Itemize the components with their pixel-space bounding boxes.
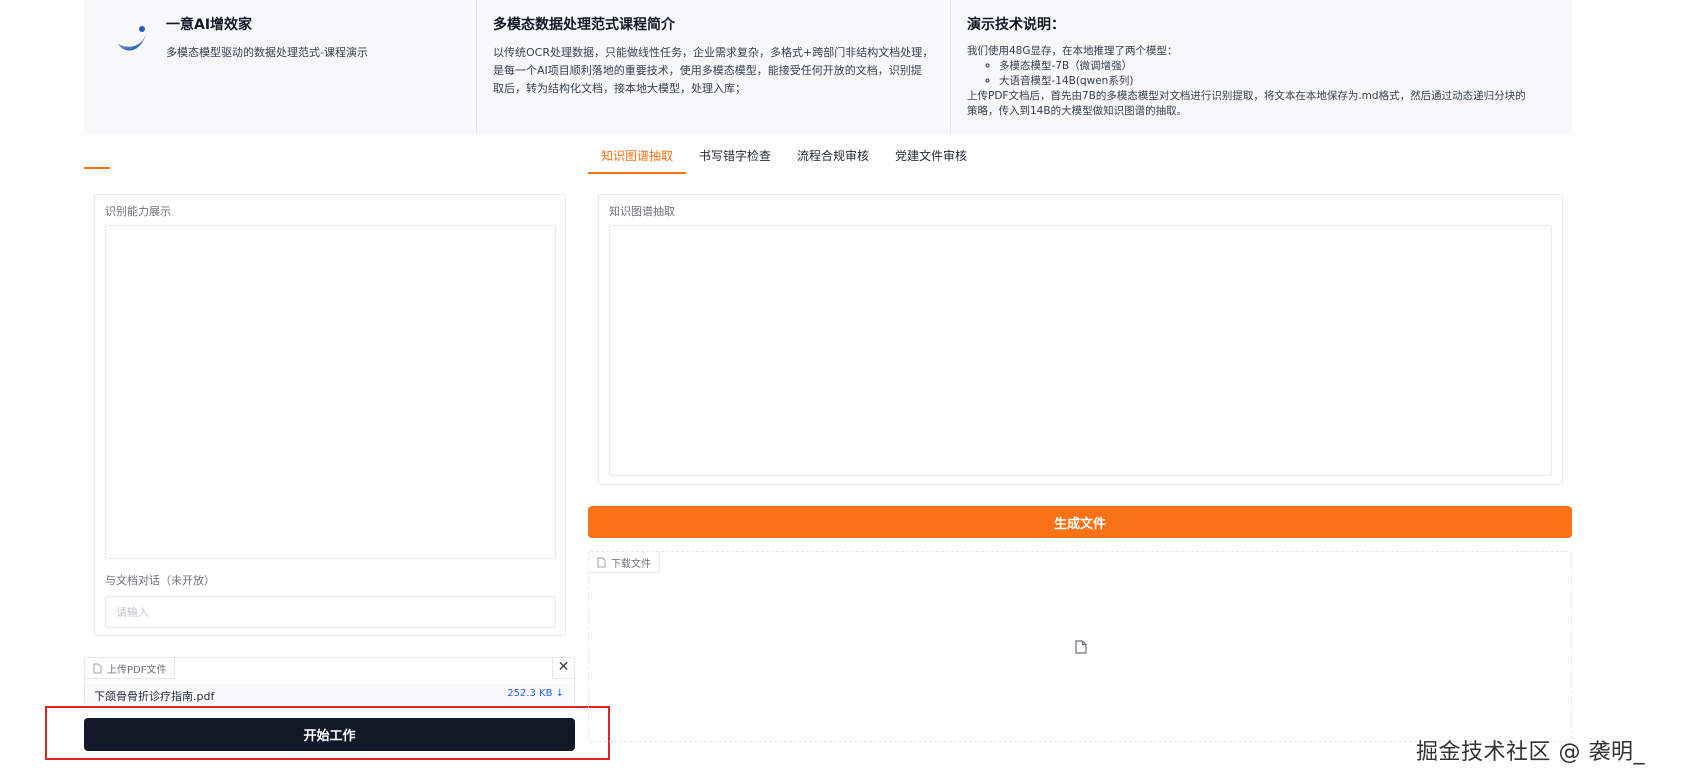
tech-section: 演示技术说明： 我们使用48G显存，在本地推理了两个模型： 多模态模型-7B（微… [950,0,1572,134]
generate-file-button[interactable]: 生成文件 [588,506,1572,538]
download-file-box[interactable]: 下载文件 [588,551,1572,742]
tab-knowledge-graph[interactable]: 知识图谱抽取 [588,144,687,174]
watermark: 掘金技术社区 @ 袭明_ [1416,740,1645,765]
brand-subtitle: 多模态模型驱动的数据处理范式-课程演示 [166,46,368,59]
knowledge-graph-panel: 知识图谱抽取 [598,194,1563,485]
recognition-output-area[interactable] [105,225,556,559]
chat-label: 与文档对话（未开放） [105,574,215,587]
tech-title: 演示技术说明： [967,17,1065,33]
app-page: 一意AI增效家 多模态模型驱动的数据处理范式-课程演示 多模态数据处理范式课程简… [0,0,1684,783]
uploaded-file-row: 下颌骨骨折诊疗指南.pdf 252.3 KB ↓ [85,684,574,706]
model-item: 大语音模型-14B(qwen系列) [999,74,1556,89]
file-name: 下颌骨骨折诊疗指南.pdf [94,690,215,703]
tab-party-document-review[interactable]: 党建文件审核 [882,144,980,174]
close-icon[interactable]: ✕ [552,658,574,679]
model-item: 多模态模型-7B（微调增强） [999,59,1556,74]
brand-section: 一意AI增效家 多模态模型驱动的数据处理范式-课程演示 [84,0,476,134]
left-tab-indicator [84,167,110,169]
file-icon [597,557,606,567]
tab-spelling-check[interactable]: 书写错字检查 [686,144,784,174]
logo-icon [118,26,146,51]
download-label: 下载文件 [611,558,651,570]
model-list: 多模态模型-7B（微调增强） 大语音模型-14B(qwen系列) [967,59,1556,89]
tech-description-line: 策略，传入到14B的大模型做知识图谱的抽取。 [967,105,1188,117]
tab-bar: 知识图谱抽取 书写错字检查 流程合规审核 党建文件审核 [588,144,980,174]
chat-input[interactable] [105,596,556,628]
pdf-upload-box[interactable]: 上传PDF文件 ✕ 下颌骨骨折诊疗指南.pdf 252.3 KB ↓ [84,657,575,706]
course-description: 以传统OCR处理数据，只能做线性任务，企业需求复杂，多格式+跨部门非结构文档处理… [493,44,934,98]
tech-intro: 我们使用48G显存，在本地推理了两个模型： [967,45,1178,57]
info-header: 一意AI增效家 多模态模型驱动的数据处理范式-课程演示 多模态数据处理范式课程简… [84,0,1572,134]
course-line: 取后，转为结构化文档，接本地大模型，处理入库； [493,82,746,95]
recognition-panel: 识别能力展示 与文档对话（未开放） [94,194,566,636]
course-title: 多模态数据处理范式课程简介 [493,17,675,33]
recognition-label: 识别能力展示 [105,205,171,218]
download-label-tag: 下载文件 [589,552,660,573]
course-section: 多模态数据处理范式课程简介 以传统OCR处理数据，只能做线性任务，企业需求复杂，… [476,0,950,134]
empty-file-icon [1075,640,1087,654]
upload-label-tag: 上传PDF文件 [85,658,176,679]
tab-compliance-review[interactable]: 流程合规审核 [784,144,882,174]
file-icon [93,663,102,673]
knowledge-graph-label: 知识图谱抽取 [609,205,675,218]
tech-description-line: 上传PDF文档后，首先由7B的多模态模型对文档进行识别提取，将文本在本地保存为.… [967,90,1526,102]
highlight-box [45,706,610,760]
course-line: 以传统OCR处理数据，只能做线性任务，企业需求复杂，多格式+跨部门非结构文档处理… [493,46,934,59]
file-download-link[interactable]: 252.3 KB ↓ [507,688,564,699]
knowledge-graph-output-area[interactable] [609,225,1552,476]
brand-title: 一意AI增效家 [166,17,253,33]
upload-label: 上传PDF文件 [107,664,167,676]
course-line: 是每一个AI项目顺利落地的重要技术，使用多模态模型，能接受任何开放的文档，识别提 [493,64,922,77]
